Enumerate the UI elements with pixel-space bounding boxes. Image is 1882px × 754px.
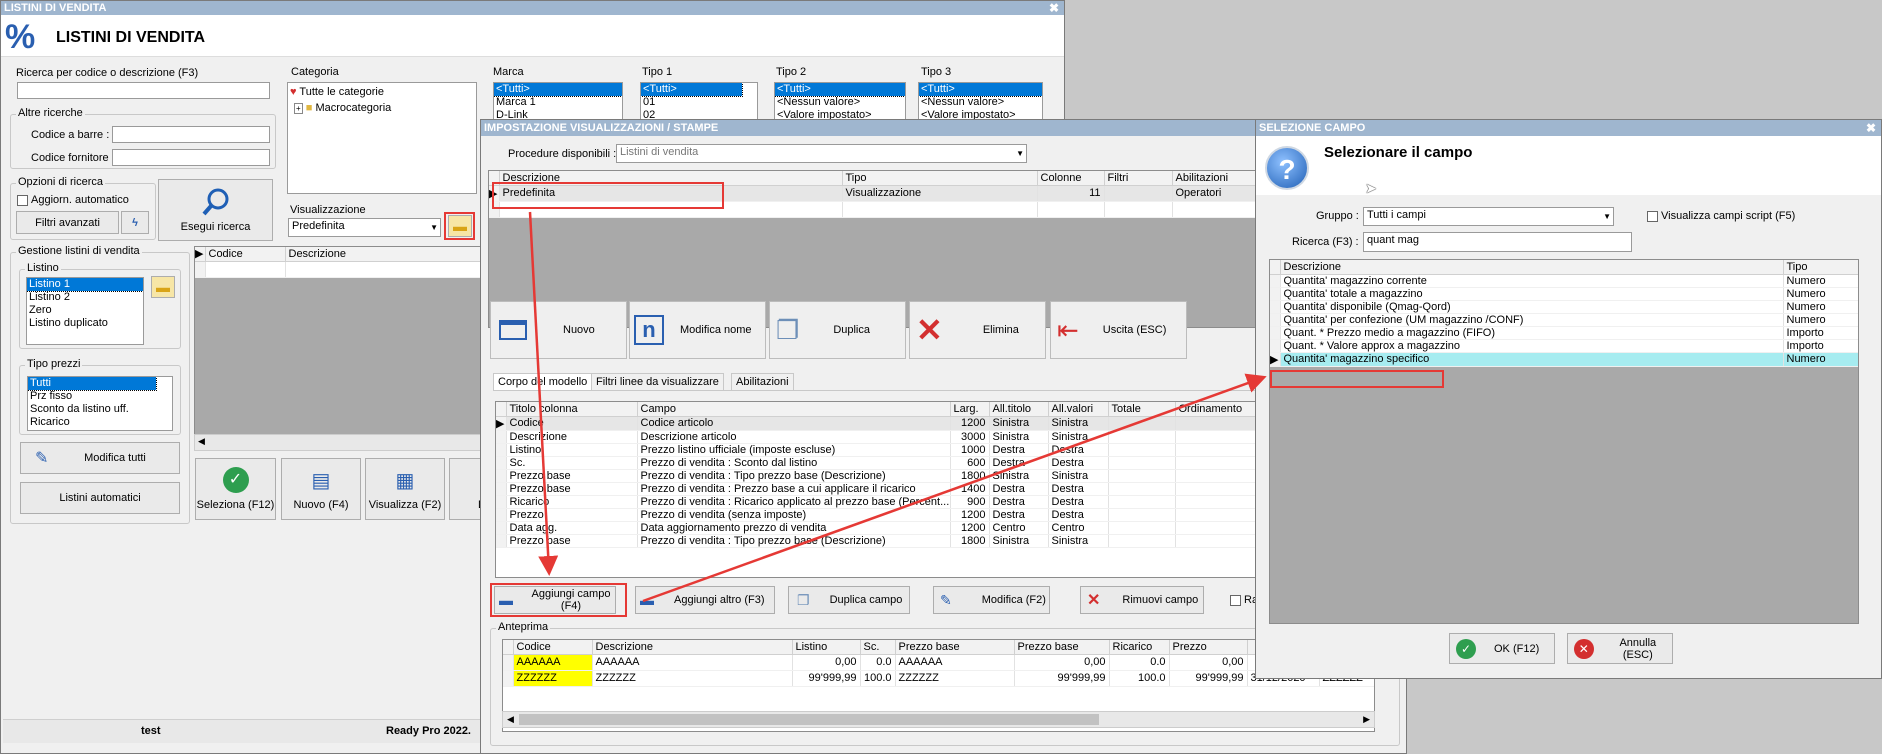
arrow-to-add-field <box>528 211 559 576</box>
arrow-to-specific-stock <box>642 373 1267 603</box>
annotation-arrows <box>528 211 1267 603</box>
